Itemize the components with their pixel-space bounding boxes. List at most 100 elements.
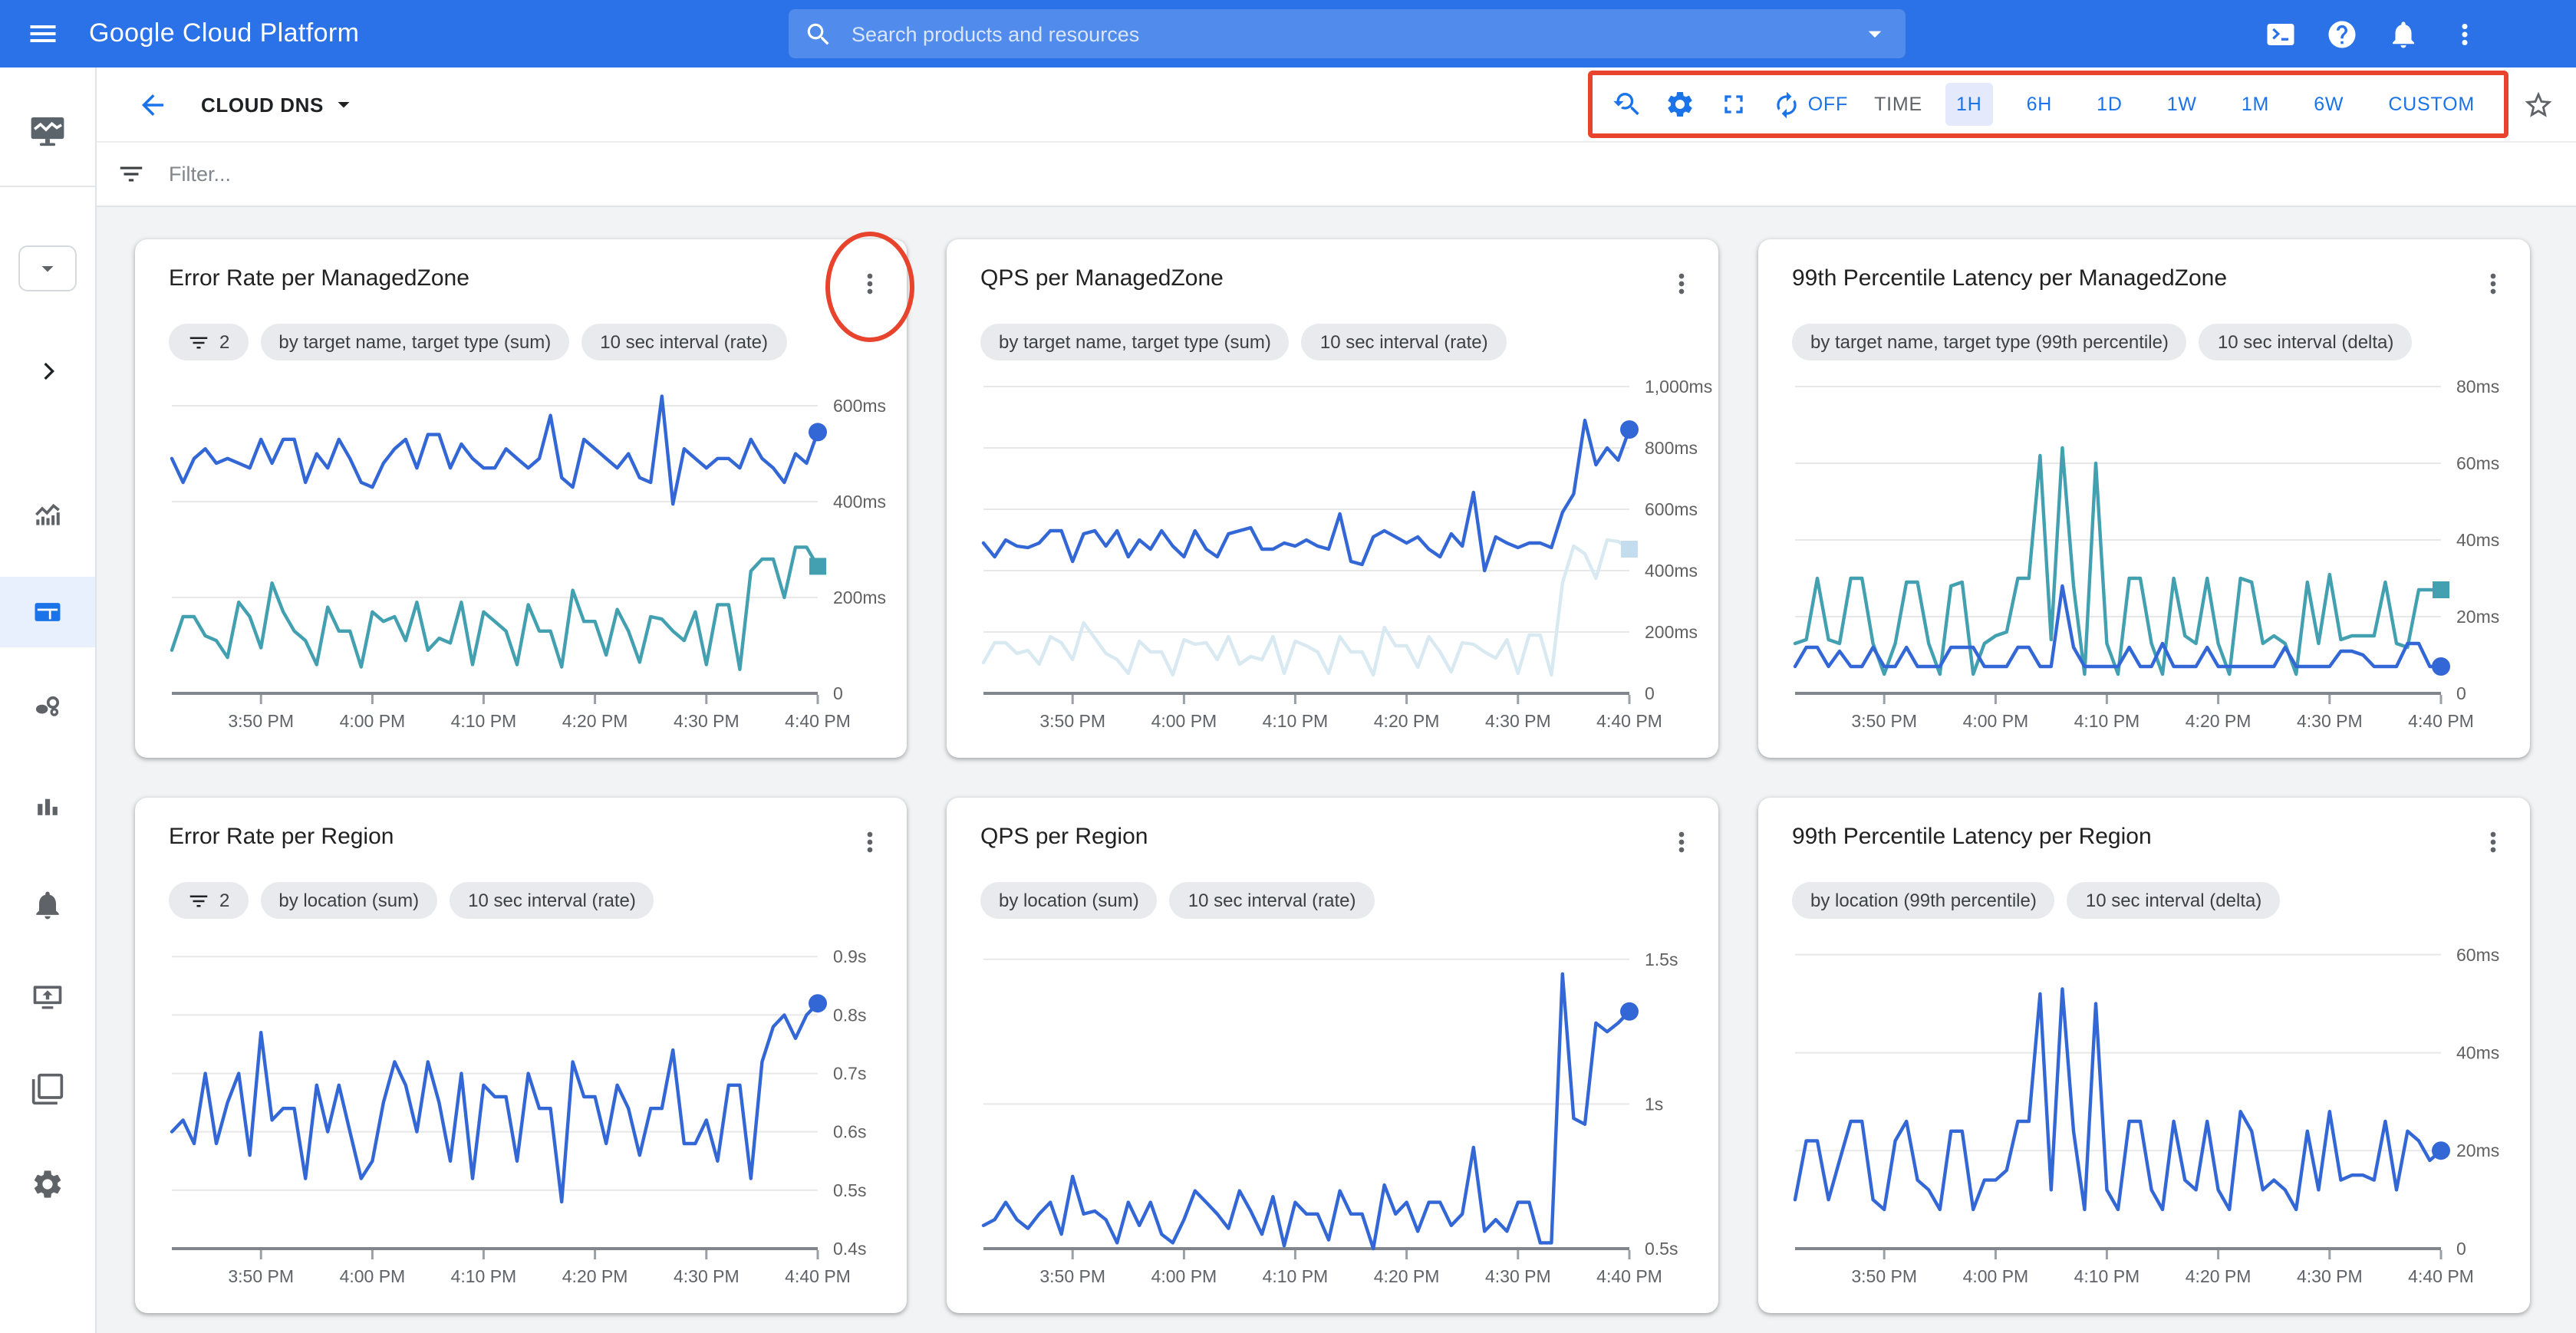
more-vert-icon — [1666, 268, 1697, 299]
svg-text:4:00 PM: 4:00 PM — [340, 711, 406, 731]
card-menu-button[interactable] — [2475, 824, 2512, 861]
svg-text:4:20 PM: 4:20 PM — [1374, 711, 1440, 731]
svg-text:4:30 PM: 4:30 PM — [2297, 711, 2363, 731]
chart-canvas: 3:50 PM4:00 PM4:10 PM4:20 PM4:30 PM4:40 … — [169, 371, 894, 739]
svg-text:600ms: 600ms — [1645, 499, 1698, 519]
card-menu-button[interactable] — [2475, 265, 2512, 302]
card-title: 99th Percentile Latency per ManagedZone — [1792, 265, 2227, 291]
svg-text:0.9s: 0.9s — [833, 946, 866, 966]
svg-text:4:20 PM: 4:20 PM — [562, 711, 628, 731]
more-vert-icon — [1666, 827, 1697, 857]
svg-text:0: 0 — [833, 683, 843, 703]
sidebar-expand-button[interactable] — [32, 356, 63, 387]
chip-2: 2 — [169, 882, 248, 919]
filter-list-icon — [117, 159, 146, 188]
menu-button[interactable] — [26, 17, 60, 51]
svg-text:4:30 PM: 4:30 PM — [1485, 711, 1551, 731]
more-vert-icon — [2449, 18, 2481, 50]
svg-text:4:30 PM: 4:30 PM — [1485, 1266, 1551, 1286]
svg-text:4:00 PM: 4:00 PM — [1963, 711, 2029, 731]
svg-text:200ms: 200ms — [1645, 622, 1698, 642]
time-range-1w[interactable]: 1W — [2156, 83, 2208, 126]
annotation-rectangle: OFFTIME1H6H1D1W1M6WCUSTOM — [1589, 71, 2508, 138]
time-range-custom[interactable]: CUSTOM — [2377, 83, 2485, 126]
svg-text:4:00 PM: 4:00 PM — [1963, 1266, 2029, 1286]
svg-text:4:10 PM: 4:10 PM — [2074, 1266, 2140, 1286]
svg-text:4:20 PM: 4:20 PM — [562, 1266, 628, 1286]
search-reset-button[interactable] — [1612, 89, 1642, 120]
help-button[interactable] — [2326, 18, 2358, 50]
card-menu-button[interactable] — [1663, 265, 1700, 302]
context-selector[interactable]: CLOUD DNS — [201, 91, 357, 118]
sidebar-item-dashboards[interactable] — [0, 577, 95, 647]
sidebar-item-dashboards-list[interactable] — [0, 1054, 95, 1124]
svg-text:400ms: 400ms — [1645, 561, 1698, 581]
chip-10-sec-interval-delta: 10 sec interval (delta) — [2199, 324, 2412, 360]
workspace-selector[interactable] — [18, 245, 77, 291]
more-vert-icon — [2478, 827, 2508, 857]
card-menu-button[interactable] — [852, 824, 888, 861]
sidebar-item-services[interactable] — [0, 770, 95, 841]
menu-icon — [26, 17, 60, 51]
services-icon — [31, 788, 64, 822]
svg-text:4:00 PM: 4:00 PM — [1151, 711, 1217, 731]
app-header: Google Cloud Platform — [0, 0, 2576, 67]
notifications-button[interactable] — [2387, 18, 2420, 50]
sidebar-item-settings[interactable] — [0, 1149, 95, 1219]
time-range-6h[interactable]: 6H — [2016, 83, 2064, 126]
card-menu-button[interactable] — [1663, 824, 1700, 861]
monitoring-logo-icon — [27, 110, 68, 152]
card-error-rate-per-region: Error Rate per Region2by location (sum)1… — [135, 798, 907, 1313]
chart-canvas: 3:50 PM4:00 PM4:10 PM4:20 PM4:30 PM4:40 … — [980, 371, 1706, 739]
more-vert-button[interactable] — [2449, 18, 2481, 50]
settings-button[interactable] — [1665, 89, 1696, 120]
chart-error-rate-per-managedzone: 3:50 PM4:00 PM4:10 PM4:20 PM4:30 PM4:40 … — [169, 371, 894, 739]
search-box — [789, 9, 1906, 58]
time-range-6w[interactable]: 6W — [2303, 83, 2354, 126]
card-qps-per-region: QPS per Regionby location (sum)10 sec in… — [947, 798, 1718, 1313]
svg-text:4:40 PM: 4:40 PM — [2408, 1266, 2474, 1286]
svg-text:0.8s: 0.8s — [833, 1005, 866, 1025]
filter-input[interactable] — [166, 160, 2576, 186]
page: Google Cloud Platform CLOUD DNS OFFTIME1… — [0, 0, 2576, 1333]
chip-2: 2 — [169, 324, 248, 360]
favorite-button[interactable] — [2522, 88, 2555, 120]
dashboards-list-icon — [31, 1072, 64, 1106]
auto-refresh-toggle[interactable]: OFF — [1773, 90, 1848, 119]
alerting-icon — [31, 888, 64, 922]
sidebar-divider — [0, 186, 95, 187]
more-vert-icon — [855, 827, 885, 857]
time-range-1m[interactable]: 1M — [2231, 83, 2280, 126]
cloud-shell-button[interactable] — [2265, 18, 2297, 50]
time-range-1d[interactable]: 1D — [2086, 83, 2133, 126]
svg-text:60ms: 60ms — [2456, 453, 2499, 473]
chart-99th-percentile-latency-per-region: 3:50 PM4:00 PM4:10 PM4:20 PM4:30 PM4:40 … — [1792, 930, 2518, 1295]
svg-text:20ms: 20ms — [2456, 1140, 2499, 1160]
svg-text:20ms: 20ms — [2456, 607, 2499, 627]
sidebar-item-metrics-explorer[interactable] — [0, 479, 95, 549]
svg-text:3:50 PM: 3:50 PM — [1039, 711, 1105, 731]
card-99th-percentile-latency-per-region: 99th Percentile Latency per Regionby loc… — [1758, 798, 2530, 1313]
search-input[interactable] — [848, 21, 1860, 47]
chip-by-location-sum: by location (sum) — [260, 882, 437, 919]
sidebar-item-alerting[interactable] — [0, 870, 95, 940]
caret-down-icon — [34, 255, 61, 282]
card-menu-button[interactable] — [852, 265, 888, 302]
star-border-icon — [2522, 88, 2555, 120]
sidebar-item-uptime-checks[interactable] — [0, 962, 95, 1032]
chip-by-location-sum: by location (sum) — [980, 882, 1158, 919]
search-dropdown[interactable] — [1860, 18, 1890, 49]
dashboard-content: Error Rate per ManagedZone2by target nam… — [95, 206, 2576, 1333]
svg-text:4:00 PM: 4:00 PM — [340, 1266, 406, 1286]
sidebar-item-groups[interactable] — [0, 670, 95, 741]
svg-text:4:10 PM: 4:10 PM — [1263, 1266, 1329, 1286]
chip-by-location-99th-percentile: by location (99th percentile) — [1792, 882, 2055, 919]
filter-bar — [95, 141, 2576, 207]
time-range-1h[interactable]: 1H — [1945, 83, 1993, 126]
card-title: Error Rate per Region — [169, 824, 394, 850]
svg-text:4:20 PM: 4:20 PM — [2186, 1266, 2252, 1286]
back-button[interactable] — [137, 88, 169, 120]
chart-canvas: 3:50 PM4:00 PM4:10 PM4:20 PM4:30 PM4:40 … — [1792, 930, 2518, 1295]
fullscreen-button[interactable] — [1719, 89, 1750, 120]
metrics-explorer-icon — [31, 497, 64, 531]
